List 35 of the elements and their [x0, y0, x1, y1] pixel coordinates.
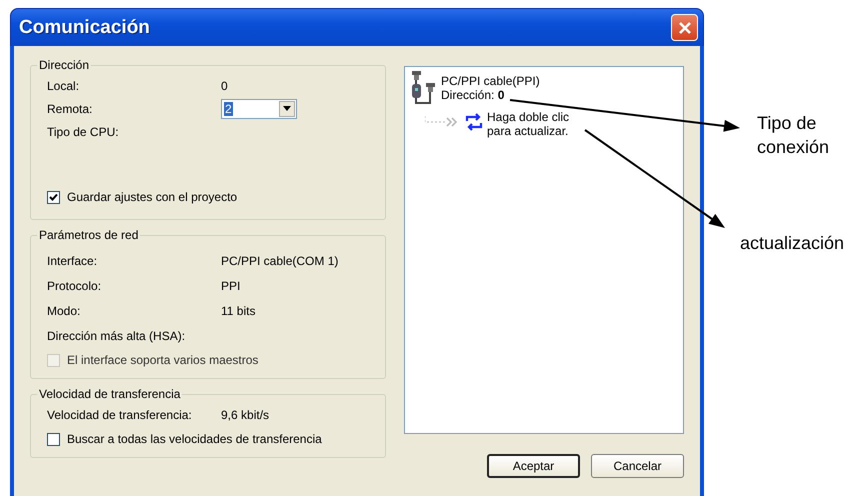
- close-button[interactable]: [671, 14, 698, 41]
- field-label: Dirección más alta (HSA):: [47, 328, 186, 342]
- dialog-button[interactable]: Cancelar: [591, 454, 684, 478]
- field-label: Interface:: [47, 254, 98, 268]
- field-label: Local:: [47, 78, 80, 92]
- group-title: Velocidad de transferencia: [38, 387, 182, 401]
- group-title: Parámetros de red: [38, 228, 140, 242]
- field-label: Velocidad de transferencia:: [47, 408, 193, 422]
- field-label: Modo:: [47, 304, 82, 318]
- node-title[interactable]: PC/PPI cable(PPI): [441, 74, 540, 88]
- checkbox[interactable]: [47, 190, 60, 204]
- field-label: Remota:: [47, 102, 94, 116]
- dropdown-button[interactable]: [279, 100, 295, 116]
- checkbox[interactable]: [47, 432, 60, 446]
- annotation-label: actualización: [740, 232, 844, 255]
- refresh-hint[interactable]: Haga doble clic: [487, 110, 570, 124]
- field-value: PC/PPI cable(COM 1): [221, 254, 338, 268]
- caret-icon: [283, 106, 291, 111]
- refresh-icon[interactable]: [464, 112, 484, 132]
- field-value: PPI: [221, 278, 240, 292]
- annotation-label: Tipo de conexión: [757, 112, 830, 159]
- refresh-hint[interactable]: para actualizar.: [487, 124, 570, 138]
- window-title: Comunicación: [19, 16, 150, 38]
- field-value: 0: [221, 78, 228, 92]
- field-value: 9,6 kbit/s: [221, 408, 270, 422]
- checkbox-label[interactable]: Buscar a todas las velocidades de transferencia: [67, 432, 322, 446]
- field-label: Protocolo:: [47, 278, 102, 292]
- node-address: Dirección: 0: [441, 88, 506, 102]
- close-icon: [676, 20, 692, 36]
- checkbox-label[interactable]: Guardar ajustes con el proyecto: [67, 190, 238, 204]
- group-title: Dirección: [38, 58, 90, 72]
- remote-address-combobox[interactable]: 2: [221, 98, 297, 118]
- dialog-button[interactable]: Aceptar: [487, 454, 580, 478]
- field-value: 11 bits: [221, 304, 256, 318]
- field-label: Tipo de CPU:: [47, 124, 120, 138]
